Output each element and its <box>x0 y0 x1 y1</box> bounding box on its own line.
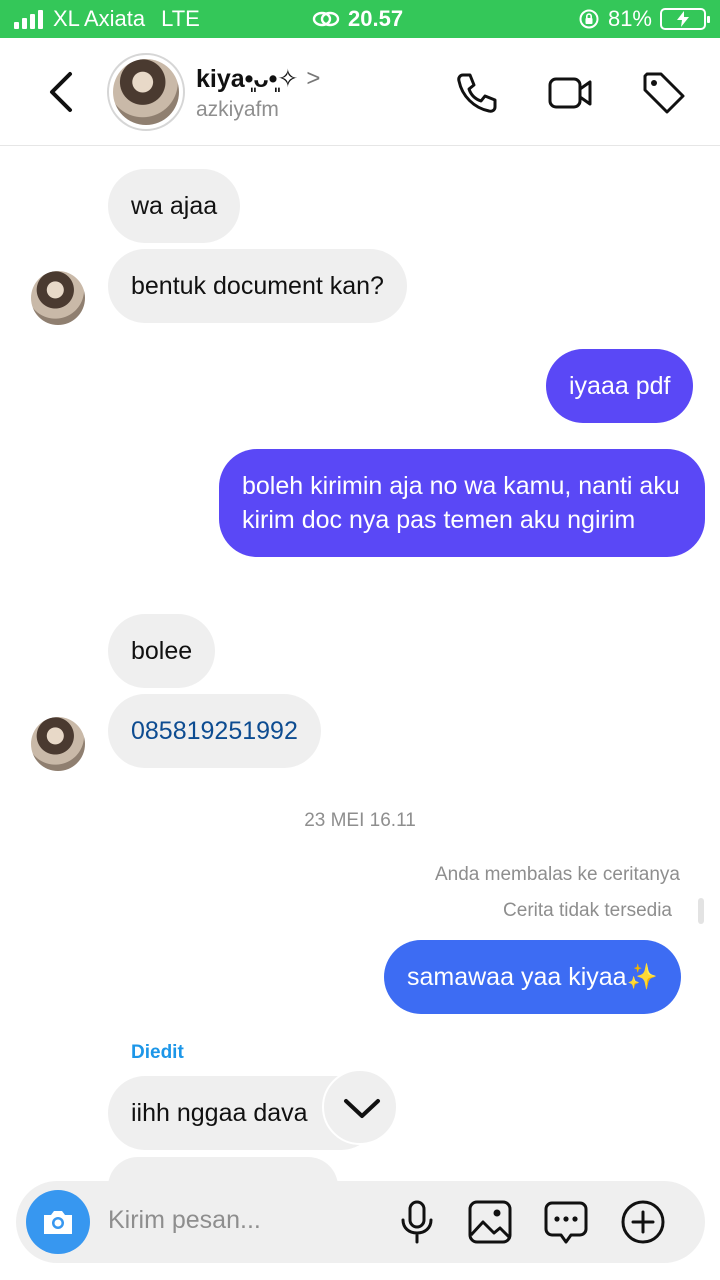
edited-label: Diedit <box>131 1042 184 1063</box>
tag-icon[interactable] <box>641 70 687 116</box>
story-reply-label: Anda membalas ke ceritanya <box>434 864 680 885</box>
date-separator: 23 MEI 16.11 <box>304 810 416 831</box>
contact-name-row[interactable]: kiya•͈ᴗ•͈✧ > <box>196 64 320 94</box>
status-right: 81% <box>578 6 710 32</box>
message-bubble-incoming[interactable]: bentuk document kan? <box>108 249 407 323</box>
chevron-right-icon: > <box>306 65 321 92</box>
profile-avatar[interactable] <box>107 53 185 131</box>
link-icon <box>312 11 340 27</box>
network-label: LTE <box>161 6 200 31</box>
sender-avatar[interactable] <box>31 271 85 325</box>
avatar-image <box>113 59 179 125</box>
chat-header: kiya•͈ᴗ•͈✧ > azkiyafm <box>0 38 720 146</box>
message-bubble-outgoing[interactable]: iyaaa pdf <box>546 349 694 423</box>
message-bubble-phone-link[interactable]: 085819251992 <box>108 694 321 768</box>
video-icon[interactable] <box>547 70 593 116</box>
scroll-indicator <box>698 898 704 924</box>
sticker-icon[interactable] <box>543 1199 589 1245</box>
sender-avatar[interactable] <box>31 717 85 771</box>
camera-icon <box>44 1211 72 1234</box>
status-left: XL Axiata LTE <box>14 6 200 32</box>
contact-handle: azkiyafm <box>196 98 279 121</box>
battery-icon <box>660 8 710 30</box>
contact-name: kiya•͈ᴗ•͈✧ <box>196 65 299 93</box>
message-input[interactable]: Kirim pesan... <box>108 1206 261 1235</box>
signal-icon <box>14 9 43 29</box>
phone-icon[interactable] <box>454 70 500 116</box>
camera-button[interactable] <box>26 1190 90 1254</box>
status-bar: XL Axiata LTE 20.57 81% <box>0 0 720 38</box>
carrier-label: XL Axiata <box>53 6 146 31</box>
scroll-down-button[interactable] <box>322 1069 398 1145</box>
clock: 20.57 <box>348 6 404 31</box>
message-bubble-outgoing[interactable]: boleh kirimin aja no wa kamu, nanti aku … <box>219 449 705 557</box>
message-bubble-incoming[interactable]: bolee <box>108 614 216 688</box>
chevron-down-icon <box>344 1099 380 1118</box>
story-unavailable-label: Cerita tidak tersedia <box>503 900 672 921</box>
battery-percent: 81% <box>607 6 652 31</box>
rotation-lock-icon <box>579 9 599 29</box>
status-center: 20.57 <box>312 6 403 32</box>
microphone-icon[interactable] <box>394 1199 440 1245</box>
message-composer: Kirim pesan... <box>16 1181 705 1263</box>
message-bubble-incoming[interactable]: wa ajaa <box>108 169 241 243</box>
plus-icon[interactable] <box>620 1199 666 1245</box>
gallery-icon[interactable] <box>467 1199 513 1245</box>
message-bubble-outgoing[interactable]: samawaa yaa kiyaa✨ <box>384 940 681 1014</box>
back-chevron-icon[interactable] <box>40 68 84 116</box>
